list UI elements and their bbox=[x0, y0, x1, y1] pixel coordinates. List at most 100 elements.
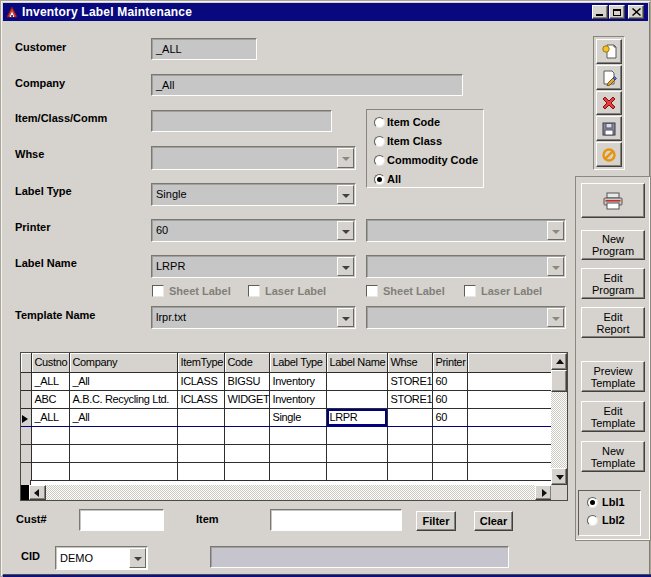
empty-cell[interactable] bbox=[31, 444, 69, 462]
grid-header-label-name[interactable]: Label Name bbox=[326, 353, 387, 372]
laser-label-checkbox-1[interactable] bbox=[248, 285, 260, 297]
whse-combo[interactable] bbox=[151, 146, 356, 170]
empty-cell[interactable] bbox=[387, 426, 432, 444]
company-input[interactable]: _All bbox=[151, 74, 463, 96]
cell-itemtype[interactable]: ICLASS bbox=[177, 390, 224, 408]
template-name-dropdown-arrow[interactable] bbox=[337, 308, 354, 327]
grid-vscrollbar[interactable] bbox=[551, 353, 567, 485]
cell-whse[interactable]: STORE1 bbox=[387, 372, 432, 390]
grid-header-company[interactable]: Company bbox=[69, 353, 177, 372]
grid-header-marker[interactable] bbox=[21, 353, 31, 372]
radio-lbl1[interactable] bbox=[587, 497, 598, 508]
cell-filler[interactable] bbox=[467, 372, 552, 390]
edit-template-button[interactable]: Edit Template bbox=[581, 401, 645, 432]
grid-header-custno[interactable]: Custno bbox=[31, 353, 69, 372]
cell-code[interactable] bbox=[224, 408, 269, 426]
hscroll-left-button[interactable] bbox=[29, 485, 46, 500]
grid-header-whse[interactable]: Whse bbox=[387, 353, 432, 372]
cell-code[interactable]: WIDGET bbox=[224, 390, 269, 408]
cell-company[interactable]: _All bbox=[69, 408, 177, 426]
maximize-button[interactable] bbox=[609, 5, 625, 19]
label-type-combo[interactable]: Single bbox=[151, 183, 356, 206]
empty-cell[interactable] bbox=[224, 426, 269, 444]
empty-cell[interactable] bbox=[387, 444, 432, 462]
printer-combo[interactable]: 60 bbox=[151, 219, 356, 242]
item-class-comm-input[interactable] bbox=[151, 110, 332, 132]
row-marker-cell[interactable] bbox=[21, 462, 31, 480]
hscroll-right-button[interactable] bbox=[535, 485, 552, 500]
empty-cell[interactable] bbox=[467, 426, 552, 444]
radio-item-code[interactable] bbox=[374, 117, 385, 128]
label-name-dropdown-arrow[interactable] bbox=[337, 257, 354, 276]
empty-cell[interactable] bbox=[432, 444, 467, 462]
edit-record-button[interactable] bbox=[596, 65, 622, 90]
printer-2-dropdown-arrow[interactable] bbox=[547, 221, 564, 240]
whse-dropdown-arrow[interactable] bbox=[337, 148, 354, 168]
grid-header-code[interactable]: Code bbox=[224, 353, 269, 372]
empty-cell[interactable] bbox=[467, 462, 552, 480]
customer-input[interactable]: _ALL bbox=[151, 38, 257, 60]
cell-custno[interactable]: ABC bbox=[31, 390, 69, 408]
radio-item-class[interactable] bbox=[374, 136, 385, 147]
vscroll-up-button[interactable] bbox=[551, 353, 567, 370]
new-program-button[interactable]: New Program bbox=[581, 230, 645, 260]
cid-dropdown-arrow[interactable] bbox=[129, 548, 146, 568]
cell-whse[interactable] bbox=[387, 408, 432, 426]
delete-record-button[interactable] bbox=[596, 91, 622, 116]
label-name-combo[interactable]: LRPR bbox=[151, 255, 356, 278]
printer-dropdown-arrow[interactable] bbox=[337, 221, 354, 240]
cell-custno[interactable]: _ALL bbox=[31, 408, 69, 426]
minimize-button[interactable] bbox=[592, 5, 608, 19]
empty-cell[interactable] bbox=[269, 462, 326, 480]
label-name-2-dropdown-arrow[interactable] bbox=[547, 257, 564, 276]
cancel-record-button[interactable] bbox=[596, 142, 622, 167]
cell-itemtype[interactable] bbox=[177, 408, 224, 426]
cell-label-name-editing[interactable]: LRPR bbox=[326, 408, 387, 426]
empty-cell[interactable] bbox=[224, 444, 269, 462]
save-record-button[interactable] bbox=[596, 116, 622, 141]
template-name-combo-2[interactable] bbox=[366, 306, 566, 329]
empty-cell[interactable] bbox=[31, 426, 69, 444]
sheet-label-checkbox-1[interactable] bbox=[152, 285, 164, 297]
edit-report-button[interactable]: Edit Report bbox=[581, 307, 645, 338]
empty-cell[interactable] bbox=[432, 462, 467, 480]
cell-label-name[interactable] bbox=[326, 372, 387, 390]
empty-cell[interactable] bbox=[269, 444, 326, 462]
cell-whse[interactable]: STORE1 bbox=[387, 390, 432, 408]
label-type-dropdown-arrow[interactable] bbox=[337, 185, 354, 204]
grid-header-itemtype[interactable]: ItemType bbox=[177, 353, 224, 372]
label-name-combo-2[interactable] bbox=[366, 255, 566, 278]
empty-cell[interactable] bbox=[467, 444, 552, 462]
close-button[interactable] bbox=[628, 5, 644, 19]
cell-label-type[interactable]: Inventory bbox=[269, 372, 326, 390]
cell-company[interactable]: _All bbox=[69, 372, 177, 390]
empty-cell[interactable] bbox=[177, 444, 224, 462]
radio-lbl2[interactable] bbox=[587, 515, 598, 526]
grid-header-label-type[interactable]: Label Type bbox=[269, 353, 326, 372]
cell-itemtype[interactable]: ICLASS bbox=[177, 372, 224, 390]
empty-cell[interactable] bbox=[69, 462, 177, 480]
new-template-button[interactable]: New Template bbox=[581, 441, 645, 472]
empty-cell[interactable] bbox=[387, 462, 432, 480]
current-row-marker-cell[interactable] bbox=[21, 408, 31, 426]
cell-printer[interactable]: 60 bbox=[432, 372, 467, 390]
row-marker-cell[interactable] bbox=[21, 372, 31, 390]
laser-label-checkbox-2[interactable] bbox=[464, 285, 476, 297]
cid-combo[interactable]: DEMO bbox=[55, 546, 148, 570]
vscroll-down-button[interactable] bbox=[551, 468, 567, 485]
empty-cell[interactable] bbox=[326, 444, 387, 462]
cell-code[interactable]: BIGSU bbox=[224, 372, 269, 390]
vscroll-thumb[interactable] bbox=[551, 370, 567, 392]
empty-cell[interactable] bbox=[31, 462, 69, 480]
title-bar[interactable]: Inventory Label Maintenance Customer Com… bbox=[3, 3, 648, 21]
empty-cell[interactable] bbox=[432, 426, 467, 444]
empty-cell[interactable] bbox=[69, 426, 177, 444]
empty-cell[interactable] bbox=[326, 462, 387, 480]
printer-combo-2[interactable] bbox=[366, 219, 566, 242]
cell-printer[interactable]: 60 bbox=[432, 390, 467, 408]
cell-label-name[interactable] bbox=[326, 390, 387, 408]
item-input[interactable] bbox=[270, 509, 402, 531]
clear-button[interactable]: Clear bbox=[474, 511, 513, 531]
new-record-button[interactable] bbox=[596, 39, 622, 64]
filter-button[interactable]: Filter bbox=[416, 511, 456, 531]
